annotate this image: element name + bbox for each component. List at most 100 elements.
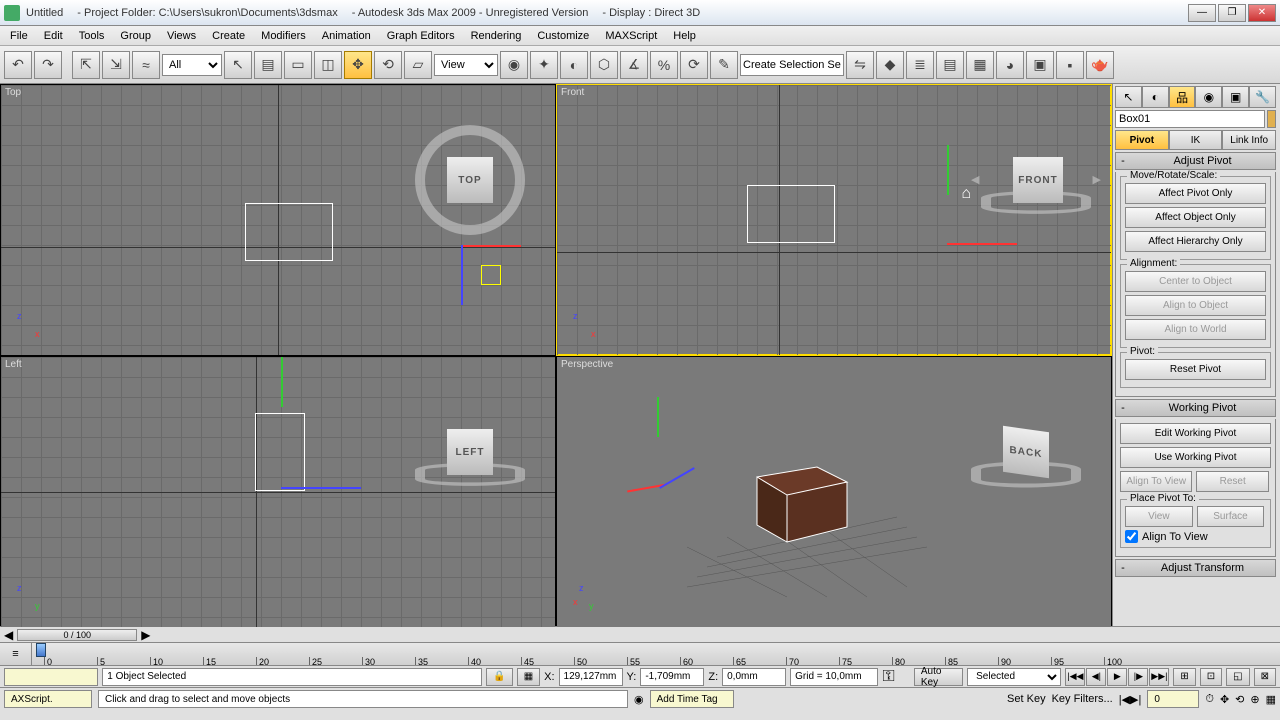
viewport-perspective[interactable]: Perspective [557, 357, 1111, 627]
rollout-working-pivot[interactable]: -Working Pivot [1115, 399, 1276, 417]
redo-button[interactable]: ↷ [34, 51, 62, 79]
vp-nav-1[interactable]: ⊞ [1173, 668, 1195, 686]
timeline-ruler[interactable]: ≡ 05101520253035404550556065707580859095… [0, 642, 1280, 666]
menu-rendering[interactable]: Rendering [463, 28, 530, 44]
menu-tools[interactable]: Tools [71, 28, 113, 44]
object-box[interactable] [255, 413, 305, 491]
next-frame-button[interactable]: |▶ [1128, 668, 1148, 686]
material-editor-button[interactable]: ◕ [996, 51, 1024, 79]
menu-create[interactable]: Create [204, 28, 253, 44]
close-button[interactable]: ✕ [1248, 4, 1276, 22]
viewport-front[interactable]: Front ⌂ FRONT ◀ ▶ z x [557, 85, 1111, 355]
viewcube-front[interactable]: FRONT ◀ ▶ [981, 125, 1091, 235]
current-frame-field[interactable] [1147, 690, 1199, 708]
align-to-view-checkbox[interactable]: Align To View [1125, 530, 1266, 543]
object-name-field[interactable] [1115, 110, 1265, 128]
add-time-tag[interactable]: Add Time Tag [650, 690, 734, 708]
use-working-pivot-button[interactable]: Use Working Pivot [1120, 447, 1271, 468]
y-coord-field[interactable] [640, 668, 704, 686]
vp-nav-7[interactable]: ⊕ [1250, 693, 1259, 706]
object-box[interactable] [245, 203, 333, 261]
spinner-snap-button[interactable]: ⟳ [680, 51, 708, 79]
object-box[interactable] [747, 185, 835, 243]
object-box[interactable] [747, 447, 857, 547]
unlink-button[interactable]: ⇲ [102, 51, 130, 79]
snap-toggle-button[interactable]: ⬡ [590, 51, 618, 79]
edit-working-pivot-button[interactable]: Edit Working Pivot [1120, 423, 1271, 444]
time-config-button[interactable]: ⏱ [1205, 693, 1214, 706]
menu-group[interactable]: Group [112, 28, 159, 44]
angle-snap-button[interactable]: ∡ [620, 51, 648, 79]
selection-filter[interactable]: All [162, 54, 222, 76]
goto-start-button[interactable]: |◀◀ [1065, 668, 1085, 686]
vp-nav-4[interactable]: ⊠ [1254, 668, 1276, 686]
ref-coord-system[interactable]: View [434, 54, 498, 76]
layers-button[interactable]: ≣ [906, 51, 934, 79]
comm-center-icon[interactable]: ◉ [634, 693, 644, 706]
menu-views[interactable]: Views [159, 28, 204, 44]
menu-help[interactable]: Help [665, 28, 704, 44]
mode-ik[interactable]: IK [1169, 130, 1223, 150]
maximize-button[interactable]: ❐ [1218, 4, 1246, 22]
key-mode-select[interactable]: Selected [967, 668, 1061, 686]
percent-snap-button[interactable]: % [650, 51, 678, 79]
render-frame-button[interactable]: ▪ [1056, 51, 1084, 79]
move-button[interactable]: ✥ [344, 51, 372, 79]
goto-end-button[interactable]: ▶▶| [1149, 668, 1169, 686]
object-color-swatch[interactable] [1267, 110, 1276, 128]
lock-icon[interactable]: 🔒 [486, 668, 512, 686]
render-setup-button[interactable]: ▣ [1026, 51, 1054, 79]
undo-button[interactable]: ↶ [4, 51, 32, 79]
use-center-button[interactable]: ◉ [500, 51, 528, 79]
tab-create[interactable]: ↖ [1115, 86, 1142, 108]
select-window-button[interactable]: ◫ [314, 51, 342, 79]
vp-nav-2[interactable]: ⊡ [1200, 668, 1222, 686]
select-rect-button[interactable]: ▭ [284, 51, 312, 79]
mirror-button[interactable]: ⇋ [846, 51, 874, 79]
viewcube-persp[interactable]: BACK [971, 397, 1081, 507]
home-icon[interactable]: ⌂ [961, 185, 971, 203]
abs-rel-toggle[interactable]: ▦ [517, 668, 540, 686]
align-button[interactable]: ◆ [876, 51, 904, 79]
key-mode-icon[interactable]: |◀▶| [1119, 693, 1142, 706]
vp-nav-8[interactable]: ▦ [1266, 693, 1276, 706]
menu-maxscript[interactable]: MAXScript [597, 28, 665, 44]
affect-pivot-only-button[interactable]: Affect Pivot Only [1125, 183, 1266, 204]
time-slider-handle[interactable]: 0 / 100 [17, 629, 137, 641]
select-link-button[interactable]: ⇱ [72, 51, 100, 79]
maxscript-label[interactable]: AXScript. [4, 690, 92, 708]
key-icon[interactable]: ⚿ [882, 668, 909, 686]
viewcube-left[interactable]: LEFT [415, 397, 525, 507]
prev-key-icon[interactable]: ◀ [4, 628, 13, 642]
menu-animation[interactable]: Animation [314, 28, 379, 44]
playhead[interactable] [36, 643, 46, 657]
set-key-button[interactable]: Set Key [1007, 693, 1046, 705]
menu-edit[interactable]: Edit [36, 28, 71, 44]
tab-hierarchy[interactable]: 品 [1169, 86, 1196, 108]
menu-graph-editors[interactable]: Graph Editors [379, 28, 463, 44]
rollout-adjust-pivot[interactable]: -Adjust Pivot [1115, 152, 1276, 170]
render-button[interactable]: 🫖 [1086, 51, 1114, 79]
prev-frame-button[interactable]: ◀| [1086, 668, 1106, 686]
named-selection-set[interactable] [740, 54, 844, 76]
next-key-icon[interactable]: ▶ [141, 628, 150, 642]
select-name-button[interactable]: ▤ [254, 51, 282, 79]
track-bar-button[interactable]: ≡ [0, 643, 32, 665]
key-filters-button[interactable]: Key Filters... [1052, 693, 1113, 705]
viewcube-top[interactable]: TOP [415, 125, 525, 235]
vp-nav-6[interactable]: ⟲ [1235, 693, 1244, 706]
keymode-button[interactable]: ◐ [560, 51, 588, 79]
x-coord-field[interactable] [559, 668, 623, 686]
bind-spacewarp-button[interactable]: ≈ [132, 51, 160, 79]
mode-link-info[interactable]: Link Info [1222, 130, 1276, 150]
menu-modifiers[interactable]: Modifiers [253, 28, 314, 44]
viewport-top[interactable]: Top TOP z x [1, 85, 555, 355]
scale-button[interactable]: ▱ [404, 51, 432, 79]
edit-named-sel-button[interactable]: ✎ [710, 51, 738, 79]
viewport-left[interactable]: Left LEFT z y [1, 357, 555, 627]
affect-hierarchy-only-button[interactable]: Affect Hierarchy Only [1125, 231, 1266, 252]
play-button[interactable]: ▶ [1107, 668, 1127, 686]
minimize-button[interactable]: — [1188, 4, 1216, 22]
rollout-adjust-transform[interactable]: -Adjust Transform [1115, 559, 1276, 577]
menu-file[interactable]: File [2, 28, 36, 44]
